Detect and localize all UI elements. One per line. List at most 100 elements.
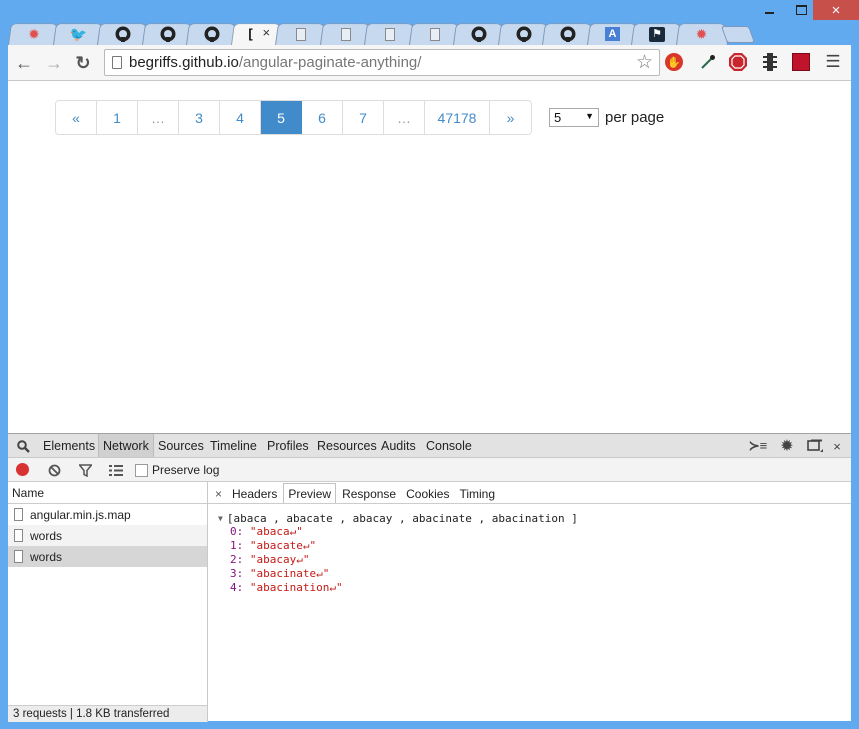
request-row[interactable]: words xyxy=(8,525,207,546)
traffic-light-icon[interactable] xyxy=(760,52,780,72)
close-icon: × xyxy=(831,1,841,19)
close-detail-icon[interactable]: × xyxy=(215,484,222,503)
reload-button[interactable]: ↻ xyxy=(72,52,94,74)
name-column-header[interactable]: Name xyxy=(8,482,207,504)
file-icon xyxy=(14,508,23,521)
json-value: "abacate↵" xyxy=(249,539,317,552)
adblock-hand-icon[interactable]: ✋ xyxy=(664,52,684,72)
stop-sign-icon[interactable] xyxy=(728,52,748,72)
url-host: begriffs.github.io xyxy=(129,54,239,71)
detail-tab-preview[interactable]: Preview xyxy=(283,483,337,503)
dock-icon[interactable] xyxy=(805,437,825,455)
arrow-left-icon: ← xyxy=(15,52,33,73)
devtools-tab-console[interactable]: Console xyxy=(422,434,476,457)
devtools-tab-resources[interactable]: Resources xyxy=(313,434,381,457)
request-row[interactable]: words xyxy=(8,546,207,567)
file-icon xyxy=(14,550,23,563)
page-icon xyxy=(293,26,309,42)
app-a-icon: A xyxy=(605,26,621,42)
per-page-label: per page xyxy=(605,109,665,126)
bookmark-star-icon[interactable]: ☆ xyxy=(636,51,653,74)
pagination: «1… 3 4 5 6 7… 47178» xyxy=(55,100,532,135)
clear-icon[interactable] xyxy=(46,462,62,478)
per-page-control: 5 ▼ per page xyxy=(549,108,664,127)
request-name: angular.min.js.map xyxy=(30,507,131,522)
red-extension-icon[interactable] xyxy=(791,52,811,72)
json-value: "abacay↵" xyxy=(249,553,310,566)
page-button[interactable]: 1 xyxy=(97,101,138,134)
browser-tab[interactable]: ✹ xyxy=(675,20,728,45)
json-value: "abaca↵" xyxy=(249,525,303,538)
json-key: 2 xyxy=(230,553,237,566)
devtools-panel: Elements Network Sources Timeline Profiles Re… xyxy=(8,433,851,722)
list-view-icon[interactable] xyxy=(108,462,124,478)
close-devtools-icon[interactable]: × xyxy=(830,437,844,455)
next-page-button[interactable]: » xyxy=(490,101,531,134)
page-button[interactable]: 3 xyxy=(179,101,220,134)
console-drawer-icon[interactable]: ≻≡ xyxy=(748,437,768,455)
menu-icon[interactable]: ☰ xyxy=(823,52,843,72)
preserve-log: Preserve log xyxy=(135,463,219,477)
back-button[interactable]: ← xyxy=(13,52,35,74)
browser-toolbar: ← → ↻ begriffs.github.io/angular-paginat… xyxy=(8,45,851,81)
devtools-tab-sources[interactable]: Sources xyxy=(154,434,208,457)
devtools-tab-audits[interactable]: Audits xyxy=(377,434,420,457)
record-icon[interactable] xyxy=(16,463,29,476)
json-preview: ▼ [abaca , abacate , abacay , abacinate … xyxy=(208,504,851,595)
github-icon xyxy=(204,26,220,42)
eyedropper-icon[interactable] xyxy=(698,52,718,72)
minimize-button[interactable] xyxy=(752,0,786,20)
json-key: 4 xyxy=(230,581,237,594)
new-tab-button[interactable] xyxy=(720,26,756,43)
request-list: Name angular.min.js.map words words 3 requ… xyxy=(8,482,208,722)
url-text[interactable]: begriffs.github.io/angular-paginate-anyt… xyxy=(129,54,421,71)
page-icon xyxy=(338,26,354,42)
detail-tab-headers[interactable]: Headers xyxy=(228,484,281,503)
request-name: words xyxy=(30,549,63,564)
json-item: 2: "abacay↵" xyxy=(230,553,310,566)
per-page-value: 5 xyxy=(554,110,562,125)
pagination-ellipsis: … xyxy=(138,101,179,134)
close-window-button[interactable]: × xyxy=(813,0,859,20)
json-item: 4: "abacination↵" xyxy=(230,581,343,594)
network-toolbar: Preserve log xyxy=(8,458,851,482)
devtools-tab-network[interactable]: Network xyxy=(98,434,154,457)
preserve-log-checkbox[interactable] xyxy=(135,463,148,477)
detail-tabbar: × Headers Preview Response Cookies Timing xyxy=(208,482,851,504)
json-key: 3 xyxy=(230,567,237,580)
file-icon xyxy=(14,529,23,542)
pagination-ellipsis: … xyxy=(384,101,425,134)
devtools-tab-elements[interactable]: Elements xyxy=(39,434,99,457)
close-tab-icon[interactable]: × xyxy=(263,25,271,40)
address-bar[interactable]: begriffs.github.io/angular-paginate-anyt… xyxy=(104,49,660,76)
devtools-tab-timeline[interactable]: Timeline xyxy=(206,434,261,457)
page-button[interactable]: 7 xyxy=(343,101,384,134)
page-button[interactable]: 47178 xyxy=(425,101,490,134)
github-icon xyxy=(560,26,576,42)
page-icon xyxy=(382,26,398,42)
detail-tab-cookies[interactable]: Cookies xyxy=(402,484,453,503)
per-page-select[interactable]: 5 ▼ xyxy=(549,108,599,127)
json-array-summary[interactable]: ▼ [abaca , abacate , abacay , abacinate … xyxy=(218,512,851,525)
devtools-tab-profiles[interactable]: Profiles xyxy=(263,434,313,457)
prev-page-button[interactable]: « xyxy=(56,101,97,134)
flag-icon: ⚑ xyxy=(649,26,665,42)
page-button[interactable]: 6 xyxy=(302,101,343,134)
maximize-button[interactable] xyxy=(786,0,816,20)
page-button[interactable]: 4 xyxy=(220,101,261,134)
expand-triangle-icon: ▼ xyxy=(218,514,223,523)
json-key: 0 xyxy=(230,525,237,538)
github-icon xyxy=(471,26,487,42)
detail-tab-response[interactable]: Response xyxy=(338,484,400,503)
forward-button[interactable]: → xyxy=(43,52,65,74)
array-summary-text: [abaca , abacate , abacay , abacinate , … xyxy=(226,512,578,525)
request-row[interactable]: angular.min.js.map xyxy=(8,504,207,525)
search-icon[interactable] xyxy=(14,437,32,455)
settings-gear-icon[interactable]: ✹ xyxy=(778,437,796,455)
detail-tab-timing[interactable]: Timing xyxy=(455,484,499,503)
filter-icon[interactable] xyxy=(77,462,93,478)
github-icon xyxy=(160,26,176,42)
current-page[interactable]: 5 xyxy=(261,101,302,134)
json-value: "abacination↵" xyxy=(249,581,343,594)
tab-strip: ✹ 🐦 [× A ⚑ ✹ xyxy=(8,18,848,45)
